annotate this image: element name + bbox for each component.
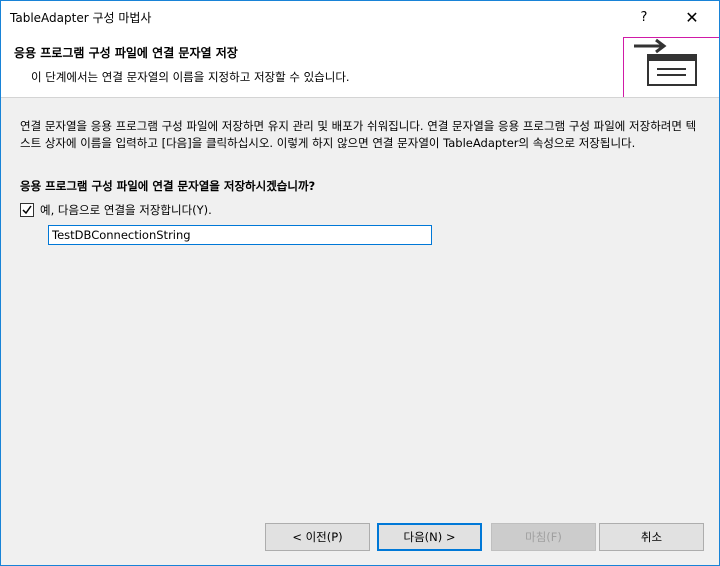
export-arrow-window-icon xyxy=(634,38,697,86)
previous-button[interactable]: < 이전(P) xyxy=(265,523,370,551)
save-question: 응용 프로그램 구성 파일에 연결 문자열을 저장하시겠습니까? xyxy=(20,179,316,193)
save-connection-option[interactable]: 예, 다음으로 연결을 저장합니다(Y). xyxy=(20,202,212,218)
cancel-button[interactable]: 취소 xyxy=(599,523,704,551)
header-icon-frame xyxy=(623,37,719,97)
page-subtitle: 이 단계에서는 연결 문자열의 이름을 지정하고 저장할 수 있습니다. xyxy=(31,70,350,84)
close-button[interactable]: ✕ xyxy=(669,1,715,33)
connection-name-input[interactable] xyxy=(48,225,432,245)
description-text: 연결 문자열을 응용 프로그램 구성 파일에 저장하면 유지 관리 및 배포가 … xyxy=(20,119,697,150)
help-button[interactable]: ? xyxy=(621,1,667,33)
checkmark-icon xyxy=(22,205,32,215)
title-bar: TableAdapter 구성 마법사 ? ✕ xyxy=(1,1,719,33)
next-button[interactable]: 다음(N) > xyxy=(377,523,482,551)
wizard-header: 응용 프로그램 구성 파일에 연결 문자열 저장 이 단계에서는 연결 문자열의… xyxy=(1,33,719,98)
page-title: 응용 프로그램 구성 파일에 연결 문자열 저장 xyxy=(14,46,238,60)
window-title: TableAdapter 구성 마법사 xyxy=(10,11,152,25)
wizard-window: TableAdapter 구성 마법사 ? ✕ 응용 프로그램 구성 파일에 연… xyxy=(0,0,720,566)
save-connection-label[interactable]: 예, 다음으로 연결을 저장합니다(Y). xyxy=(40,202,212,218)
finish-button: 마침(F) xyxy=(491,523,596,551)
save-connection-checkbox[interactable] xyxy=(20,203,34,217)
